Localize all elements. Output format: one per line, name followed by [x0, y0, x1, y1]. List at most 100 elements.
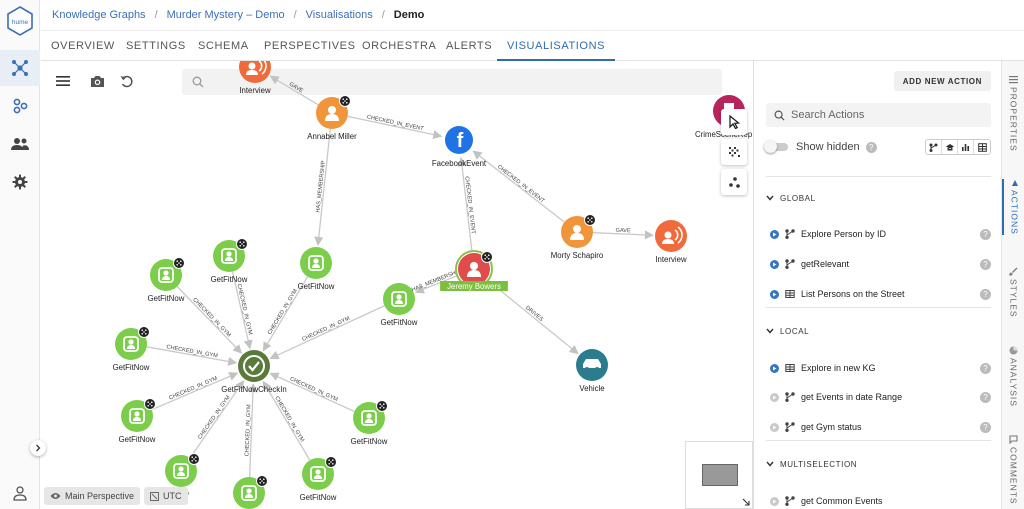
graph-edge[interactable]: HAS_MEMBERSHIP	[314, 128, 331, 247]
resize-handle-icon[interactable]	[742, 498, 750, 506]
collapse-sidebar-button[interactable]	[30, 440, 46, 456]
run-action-icon[interactable]	[770, 259, 779, 269]
run-action-icon[interactable]	[770, 496, 779, 506]
add-new-action-button[interactable]: ADD NEW ACTION	[893, 71, 991, 91]
action-item[interactable]: List Persons on the Street?	[766, 286, 991, 302]
run-action-icon[interactable]	[770, 422, 779, 432]
side-tab-actions[interactable]: ACTIONS	[1002, 179, 1024, 235]
graph-edge[interactable]: GAVE	[592, 228, 654, 240]
tab-schema[interactable]: SCHEMA	[198, 31, 249, 61]
graph-node-gym[interactable]: GetFitNow	[300, 456, 337, 503]
graph-edge[interactable]: CHECKED_IN_GYM	[269, 305, 385, 360]
graph-nav-icon[interactable]	[0, 50, 40, 86]
tab-visualisations[interactable]: VISUALISATIONS	[497, 31, 616, 61]
timezone-icon	[150, 491, 159, 501]
help-icon[interactable]: ?	[980, 391, 991, 403]
graph-edge[interactable]: CHECKED_IN_EVENT	[472, 150, 565, 223]
graph-edge[interactable]: CHECKED_IN_GYM	[244, 383, 258, 478]
graph-minimap[interactable]	[685, 441, 753, 509]
graph-node-interview[interactable]: Interview	[239, 61, 271, 95]
timezone-chip[interactable]: UTC	[144, 487, 188, 505]
graph-filter-icon[interactable]	[926, 140, 942, 154]
graph-node-facebook[interactable]: f FacebookEvent	[432, 124, 487, 168]
breadcrumb-visualisations[interactable]: Visualisations	[306, 9, 373, 21]
tab-overview[interactable]: OVERVIEW	[51, 31, 115, 61]
graph-edge[interactable]: CHECKED_IN_GYM	[176, 286, 243, 354]
show-hidden-toggle[interactable]	[764, 140, 788, 153]
comment-icon	[1009, 435, 1018, 444]
action-item[interactable]: get Common Events	[766, 493, 991, 509]
breadcrumb-project[interactable]: Murder Mystery – Demo	[167, 9, 285, 21]
graph-node-gym[interactable]: GetFitNow	[148, 257, 185, 304]
minimap-viewport[interactable]	[702, 464, 738, 486]
node-label: GetFitNow	[119, 435, 156, 444]
perspective-chip[interactable]: Main Perspective	[44, 487, 141, 505]
edge-label: CHECKED_IN_GYM	[301, 316, 351, 343]
graph-edge[interactable]: GAVE	[269, 75, 319, 106]
bar-chart-filter-icon[interactable]	[958, 140, 974, 154]
run-action-icon[interactable]	[770, 363, 779, 373]
graph-node-gym[interactable]: GetFitNow	[113, 326, 150, 373]
breadcrumb-knowledge-graphs[interactable]: Knowledge Graphs	[52, 9, 146, 21]
help-icon[interactable]: ?	[980, 228, 991, 240]
camera-icon[interactable]	[84, 68, 110, 94]
run-action-icon[interactable]	[770, 289, 779, 299]
users-nav-icon[interactable]	[0, 126, 40, 162]
action-item[interactable]: Explore in new KG?	[766, 360, 991, 376]
side-tab-analysis[interactable]: ANALYSIS	[1002, 346, 1024, 407]
help-icon[interactable]: ?	[980, 288, 991, 300]
help-icon[interactable]: ?	[980, 258, 991, 270]
graph-node-person[interactable]: Morty Schapiro	[551, 214, 604, 261]
side-tab-styles[interactable]: STYLES	[1002, 267, 1024, 318]
section-local[interactable]: LOCAL	[766, 323, 991, 339]
graph-node-interview[interactable]: Interview	[655, 220, 687, 264]
layout-icon[interactable]	[721, 169, 747, 195]
graph-node-gym[interactable]: GetFitNow	[119, 398, 156, 445]
hume-logo[interactable]: hume	[6, 6, 34, 36]
action-label: List Persons on the Street	[801, 289, 905, 299]
tab-alerts[interactable]: ALERTS	[446, 31, 492, 61]
side-tab-properties[interactable]: PROPERTIES	[1002, 75, 1024, 152]
graph-node-gym[interactable]: GetFitNow	[211, 238, 248, 285]
user-account-icon[interactable]	[12, 485, 28, 501]
run-action-icon[interactable]	[770, 392, 779, 402]
table-filter-icon[interactable]	[974, 140, 990, 154]
section-global[interactable]: GLOBAL	[766, 190, 991, 206]
action-item[interactable]: get Gym status?	[766, 419, 991, 435]
graph-node-checkin[interactable]: GetFitNowCheckIn	[221, 350, 287, 394]
undo-icon[interactable]	[113, 68, 139, 94]
tab-settings[interactable]: SETTINGS	[126, 31, 186, 61]
selection-pointer-icon[interactable]	[721, 109, 747, 135]
lasso-select-icon[interactable]	[721, 139, 747, 165]
run-action-icon[interactable]	[770, 229, 779, 239]
help-icon[interactable]: ?	[980, 421, 991, 433]
graph-node-gym[interactable]	[233, 475, 268, 509]
school-filter-icon[interactable]	[942, 140, 958, 154]
side-tab-comments[interactable]: COMMENTS	[1002, 435, 1024, 505]
graph-canvas[interactable]: GAVE CHECKED_IN_EVENT HAS_MEMBERSHIP CHECKE…	[41, 61, 753, 509]
graph-node-gym[interactable]: GetFitNow	[298, 247, 335, 291]
menu-icon[interactable]	[50, 68, 76, 94]
action-item[interactable]: getRelevant?	[766, 256, 991, 272]
chevron-right-icon	[36, 444, 41, 452]
search-actions-input[interactable]: Search Actions	[766, 103, 991, 127]
table-type-icon	[785, 364, 795, 372]
action-item[interactable]: Explore Person by ID?	[766, 226, 991, 242]
graph-edge[interactable]: CHECKED_IN_EVENT	[347, 114, 443, 140]
schema-nav-icon[interactable]	[0, 88, 40, 124]
settings-gear-icon[interactable]	[0, 164, 40, 200]
node-label: Jeremy Bowers	[447, 282, 501, 291]
section-divider	[766, 440, 991, 441]
graph-node-gym[interactable]: GetFitNow	[351, 400, 388, 447]
tab-perspectives[interactable]: PERSPECTIVES	[264, 31, 356, 61]
action-item[interactable]: get Events in date Range?	[766, 389, 991, 405]
help-icon[interactable]: ?	[980, 362, 991, 374]
tab-orchestra[interactable]: ORCHESTRA	[362, 31, 436, 61]
graph-node-vehicle[interactable]: Vehicle	[576, 349, 608, 393]
graph-edge[interactable]: CHECKED_IN_EVENT	[457, 156, 476, 254]
graph-edge[interactable]: CHECKED_IN_GYM	[146, 344, 238, 366]
section-multiselection[interactable]: MULTISELECTION	[766, 456, 991, 472]
brush-icon	[1009, 267, 1018, 276]
help-icon[interactable]: ?	[865, 141, 877, 153]
edge-label: CHECKED_IN_GYM	[236, 283, 253, 335]
